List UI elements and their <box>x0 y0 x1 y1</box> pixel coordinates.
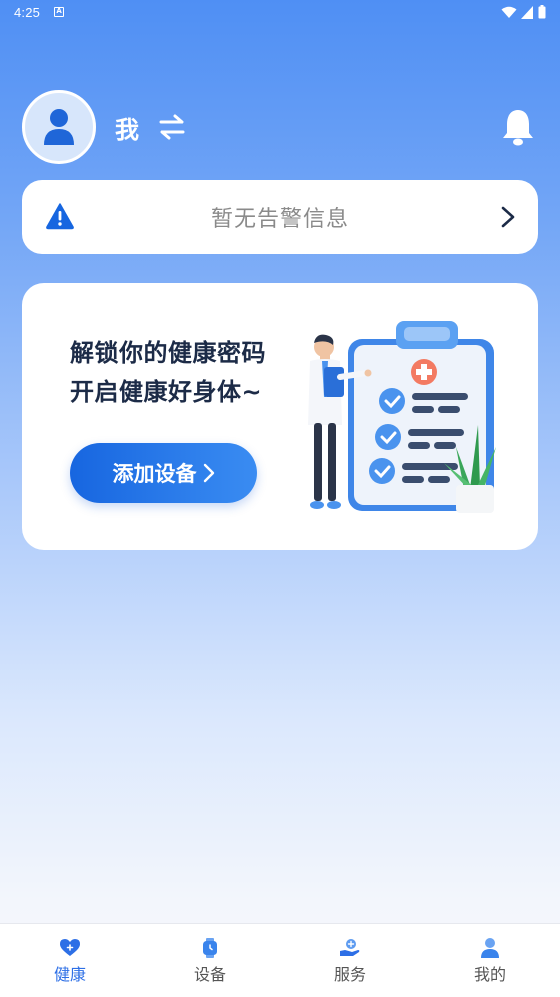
status-time: 4:25 <box>14 4 41 20</box>
user-name[interactable]: 我 <box>115 110 139 145</box>
tab-label: 设备 <box>193 965 226 984</box>
status-left: 4:25 A <box>14 4 65 20</box>
tab-health[interactable]: 健康 <box>0 924 140 997</box>
bottom-tab-bar: 健康 设备 服务 我的 <box>0 923 560 997</box>
signal-icon <box>521 5 533 19</box>
hand-service-icon <box>340 939 360 956</box>
alert-message: 暂无告警信息 <box>210 207 349 232</box>
person-icon <box>481 938 499 958</box>
add-device-label: 添加设备 <box>112 462 197 486</box>
promo-subheadline: 开启健康好身体~ <box>70 378 263 406</box>
avatar[interactable] <box>22 90 96 164</box>
chevron-right-icon <box>501 206 515 228</box>
tab-devices[interactable]: 设备 <box>140 924 280 997</box>
tab-label: 健康 <box>53 965 86 984</box>
wifi-icon <box>501 6 517 18</box>
tab-label: 服务 <box>333 965 366 984</box>
switch-account-icon[interactable] <box>157 112 187 142</box>
watch-icon <box>203 938 217 958</box>
bell-icon[interactable] <box>500 107 536 147</box>
warning-icon <box>46 203 74 230</box>
chevron-right-icon <box>203 463 214 483</box>
promo-headline: 解锁你的健康密码 <box>70 339 266 367</box>
notification-a-icon: A <box>54 7 65 17</box>
add-device-button[interactable]: 添加设备 <box>70 443 257 503</box>
battery-icon <box>538 5 546 19</box>
doctor-clipboard-illustration <box>308 321 496 513</box>
promo-card: 解锁你的健康密码 开启健康好身体~ 添加设备 <box>22 283 538 550</box>
tab-mine[interactable]: 我的 <box>420 924 560 997</box>
tab-label: 我的 <box>473 965 506 984</box>
status-bar: 4:25 A <box>0 0 560 24</box>
tab-services[interactable]: 服务 <box>280 924 420 997</box>
alert-card[interactable]: 暂无告警信息 <box>22 180 538 254</box>
status-right <box>501 5 546 19</box>
heart-icon <box>60 939 80 956</box>
user-silhouette-icon <box>44 109 74 145</box>
header: 我 <box>22 90 538 164</box>
